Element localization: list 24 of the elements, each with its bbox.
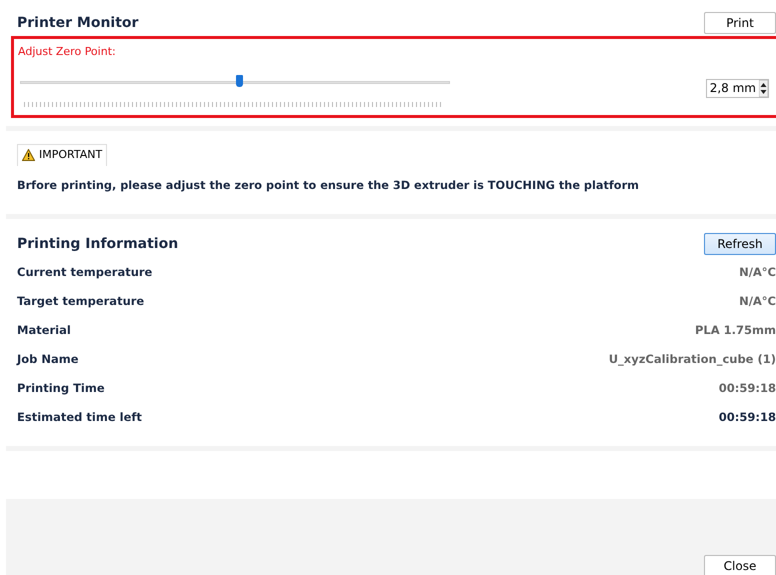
- warning-icon: [22, 149, 35, 162]
- info-value: U_xyzCalibration_cube (1): [608, 351, 776, 368]
- info-value: N/A°C: [739, 264, 776, 282]
- section-title: Printing Information: [17, 234, 178, 254]
- info-label: Target temperature: [17, 293, 144, 310]
- print-button[interactable]: Print: [704, 12, 776, 34]
- info-value: 00:59:18: [718, 380, 776, 398]
- spin-field[interactable]: 2,8 mm: [706, 78, 769, 98]
- close-button[interactable]: Close: [704, 555, 776, 575]
- info-label: Estimated time left: [17, 409, 142, 426]
- info-value: 00:59:18: [718, 409, 776, 426]
- slider-thumb[interactable]: [236, 74, 244, 86]
- info-label: Job Name: [17, 351, 79, 368]
- info-label: Material: [17, 322, 71, 340]
- slider-label: Adjust Zero Point:: [18, 44, 117, 60]
- info-label: Printing Time: [17, 380, 105, 398]
- spin-arrows-icon[interactable]: [759, 80, 768, 96]
- refresh-button[interactable]: Refresh: [704, 233, 776, 256]
- info-value: N/A°C: [739, 293, 776, 310]
- tag-text: IMPORTANT: [39, 147, 102, 163]
- info-value: PLA 1.75mm: [695, 322, 776, 340]
- notice-text: Brfore printing, please adjust the zero point to ensure the 3D extruder is TOUCHING the platform: [17, 178, 640, 194]
- section-title: Printer Monitor: [17, 14, 138, 32]
- info-label: Current temperature: [17, 264, 152, 282]
